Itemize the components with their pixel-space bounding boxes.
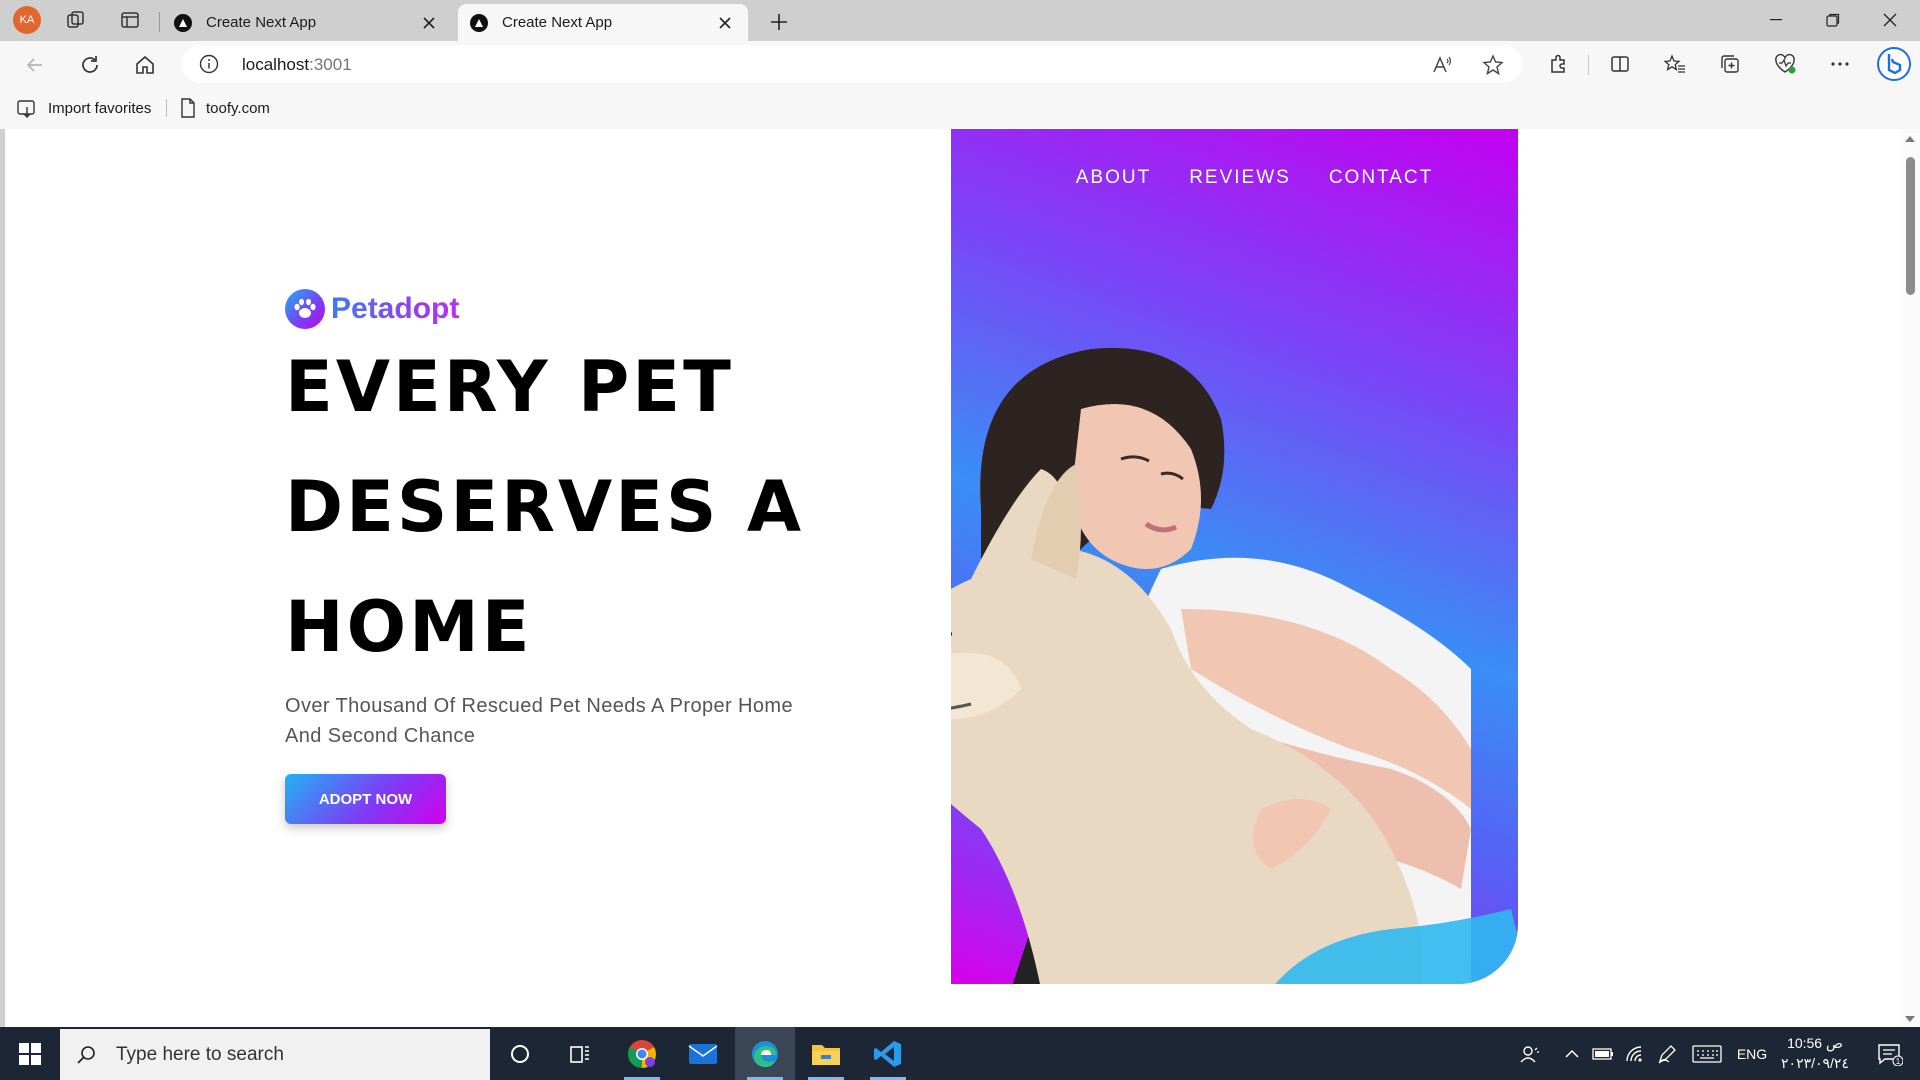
clock[interactable]: 10:56 ص ٢٠٢٣/٠٩/٢٤ [1770, 1033, 1860, 1073]
favorite-import-favorites[interactable]: Import favorites [16, 96, 151, 120]
pen-icon[interactable] [1654, 1027, 1680, 1080]
workspaces-icon[interactable] [64, 8, 88, 32]
adopt-now-button[interactable]: ADOPT NOW [285, 774, 446, 824]
favorite-label: toofy.com [206, 99, 270, 117]
clock-date: ٢٠٢٣/٠٩/٢٤ [1781, 1055, 1849, 1071]
bing-copilot-icon[interactable] [1876, 46, 1912, 82]
split-screen-icon[interactable] [1606, 50, 1634, 78]
back-icon[interactable] [20, 50, 50, 80]
scrollbar-thumb[interactable] [1906, 157, 1915, 295]
home-icon[interactable] [130, 50, 160, 80]
favorites-list-icon[interactable] [1661, 50, 1689, 78]
collections-icon[interactable] [1716, 50, 1744, 78]
favorites-bar: Import favorites toofy.com [0, 87, 1920, 129]
tab-actions-icon[interactable] [118, 8, 142, 32]
favorite-label: Import favorites [48, 99, 152, 117]
favorites-divider [166, 99, 167, 117]
chevron-up-icon[interactable] [1560, 1027, 1584, 1080]
restore-icon[interactable] [1805, 0, 1861, 40]
page-icon [181, 98, 195, 118]
favorite-star-icon[interactable] [1480, 52, 1506, 78]
scroll-down-arrow-icon[interactable] [1905, 1016, 1915, 1022]
windows-taskbar: Type here to search ENG 10:56 ص ٢٠٢٣/٠٩/… [0, 1027, 1920, 1080]
address-bar[interactable]: localhost:3001 [182, 45, 1522, 83]
tab-divider [159, 12, 160, 32]
more-menu-icon[interactable] [1826, 50, 1854, 78]
file-explorer-icon[interactable] [796, 1027, 856, 1080]
new-tab-icon[interactable] [765, 8, 793, 36]
wifi-icon[interactable] [1622, 1027, 1648, 1080]
hero-image-card: ABOUT REVIEWS CONTACT [951, 129, 1518, 984]
profile-avatar[interactable]: KA [13, 6, 41, 34]
brand-name: Petadopt [331, 292, 460, 325]
nav-about[interactable]: ABOUT [1076, 167, 1151, 189]
search-placeholder: Type here to search [116, 1043, 284, 1065]
language-indicator[interactable]: ENG [1734, 1027, 1770, 1080]
hero-headline: EVERY PET DESERVES A HOME [285, 327, 805, 687]
windows-start-icon[interactable] [0, 1027, 60, 1080]
page-viewport: Petadopt EVERY PET DESERVES A HOME Over … [5, 129, 1900, 1027]
favorite-toofy[interactable]: toofy.com [180, 96, 270, 120]
vscode-icon[interactable] [858, 1027, 918, 1080]
notification-count: 1 [1896, 1057, 1901, 1066]
paw-icon [285, 289, 325, 329]
battery-icon[interactable] [1590, 1027, 1616, 1080]
scroll-up-arrow-icon[interactable] [1905, 136, 1915, 142]
search-icon [76, 1045, 96, 1065]
close-tab-icon[interactable] [714, 12, 736, 34]
nav-reviews[interactable]: REVIEWS [1189, 167, 1291, 189]
chrome-icon[interactable] [612, 1027, 672, 1080]
woman-hugging-dog-image [951, 347, 1518, 984]
edge-icon[interactable] [735, 1027, 795, 1080]
brand-logo[interactable]: Petadopt [285, 289, 459, 329]
touch-keyboard-icon[interactable] [1690, 1027, 1724, 1080]
task-view-icon[interactable] [550, 1027, 610, 1080]
headline-line: EVERY PET [285, 346, 734, 428]
tab-create-next-app-2[interactable]: Create Next App [458, 4, 748, 41]
close-window-icon[interactable] [1862, 0, 1918, 40]
tab-title: Create Next App [206, 14, 317, 31]
url-host: localhost [242, 55, 310, 74]
refresh-icon[interactable] [75, 50, 105, 80]
headline-line: DESERVES A [285, 466, 805, 548]
toolbar-divider [1588, 55, 1589, 75]
headline-line: HOME [285, 586, 533, 668]
cortana-icon[interactable] [490, 1027, 550, 1080]
top-nav: ABOUT REVIEWS CONTACT [951, 167, 1518, 189]
tab-strip: KA Create Next App Create Next App [0, 0, 1920, 41]
browser-essentials-icon[interactable] [1771, 50, 1799, 78]
extensions-icon[interactable] [1545, 50, 1573, 78]
url-port: :3001 [309, 55, 352, 74]
page-scrollbar[interactable] [1900, 129, 1920, 1027]
close-tab-icon[interactable] [418, 12, 440, 34]
minimize-icon[interactable] [1748, 0, 1804, 40]
nextjs-triangle-icon [470, 13, 488, 32]
taskbar-search[interactable]: Type here to search [60, 1029, 490, 1080]
tab-create-next-app-1[interactable]: Create Next App [162, 4, 452, 41]
clock-time: 10:56 ص [1787, 1035, 1843, 1051]
notifications-icon[interactable]: 1 [1868, 1027, 1912, 1080]
url-text[interactable]: localhost:3001 [242, 55, 352, 75]
site-info-icon[interactable] [199, 54, 219, 74]
tab-title: Create Next App [502, 14, 613, 31]
hero-subtitle: Over Thousand Of Rescued Pet Needs A Pro… [285, 695, 793, 747]
mail-icon[interactable] [673, 1027, 733, 1080]
nextjs-triangle-icon [174, 13, 192, 32]
browser-toolbar: localhost:3001 [0, 41, 1920, 87]
read-aloud-icon[interactable] [1429, 52, 1455, 78]
import-favorites-icon [17, 100, 35, 118]
people-icon[interactable] [1515, 1027, 1545, 1080]
nav-contact[interactable]: CONTACT [1329, 167, 1433, 189]
